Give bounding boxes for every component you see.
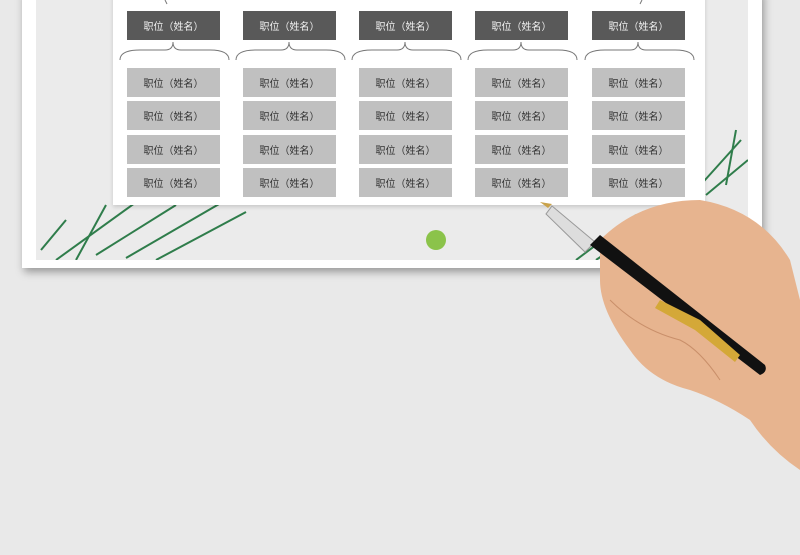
hand-with-pen-image bbox=[540, 200, 800, 470]
